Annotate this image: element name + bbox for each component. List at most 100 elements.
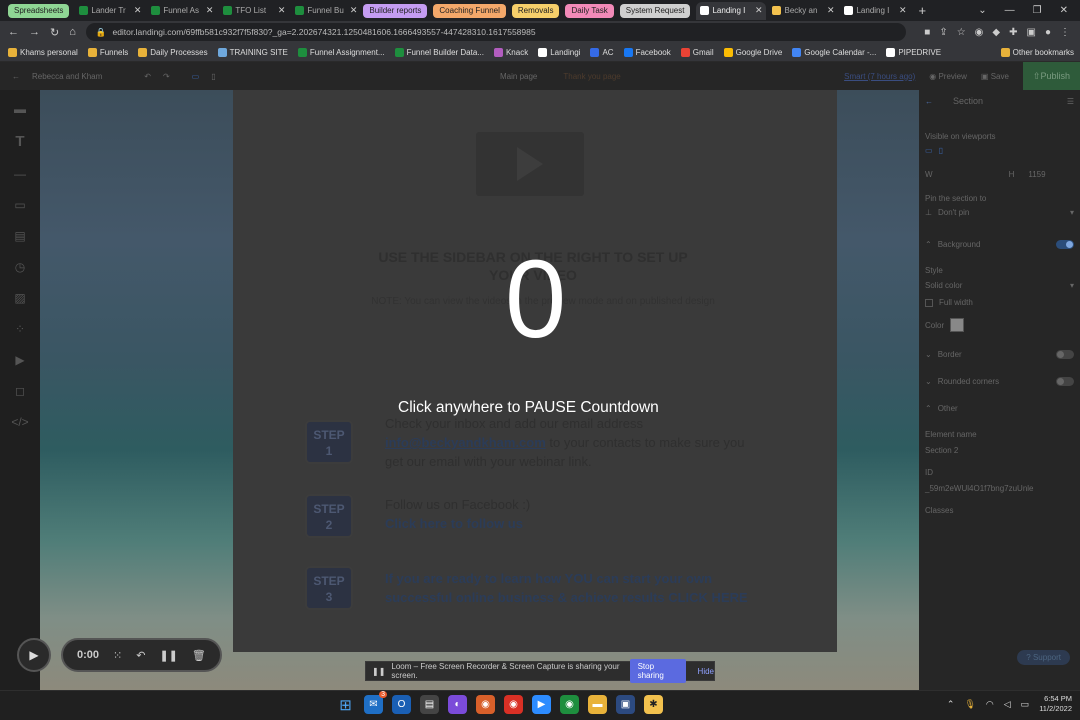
other-bookmarks[interactable]: Other bookmarks — [1000, 47, 1080, 57]
chevron-down-icon[interactable]: ⌄ — [925, 377, 932, 386]
new-tab-icon[interactable]: + — [912, 3, 932, 18]
pause-icon[interactable]: ❚❚ — [159, 649, 177, 662]
clock[interactable]: 6:54 PM 11/2/2022 — [1039, 694, 1072, 714]
mobile-view-icon[interactable]: ▯ — [211, 72, 215, 81]
extension-icon[interactable]: ◆ — [992, 27, 1000, 38]
bookmark-item[interactable]: Facebook — [623, 47, 671, 57]
box-icon[interactable]: ◻ — [15, 384, 25, 398]
bookmark-item[interactable]: Daily Processes — [138, 47, 208, 57]
puzzle-icon[interactable]: ✚ — [1009, 27, 1017, 38]
star-icon[interactable]: ☆ — [957, 27, 966, 38]
video-placeholder-icon[interactable] — [476, 132, 584, 196]
outlook-icon[interactable]: O — [392, 695, 411, 714]
chevron-up-icon[interactable]: ⌃ — [925, 240, 932, 249]
hide-button[interactable]: Hide — [692, 667, 714, 676]
maximize-icon[interactable]: ❐ — [1033, 5, 1042, 16]
desktop-view-icon[interactable]: ▭ — [192, 72, 200, 81]
publish-button[interactable]: ⇧ Publish — [1022, 62, 1080, 90]
share-icon[interactable]: ⇪ — [939, 27, 947, 38]
bookmark-item[interactable]: Google Drive — [723, 47, 782, 57]
close-window-icon[interactable]: ✕ — [1060, 5, 1068, 16]
home-icon[interactable]: ⌂ — [69, 26, 76, 38]
mail-icon[interactable]: ✉ 3 — [364, 691, 387, 714]
chevron-down-icon[interactable]: ⌄ — [925, 350, 932, 359]
back-arrow-icon[interactable]: ← — [925, 97, 933, 106]
chevron-down-icon[interactable]: ⌄ — [978, 5, 986, 16]
bookmark-item[interactable]: Google Calendar -... — [792, 47, 876, 57]
app-icon[interactable]: ▤ — [420, 695, 439, 714]
zoom-icon[interactable]: ▶ — [532, 695, 551, 714]
background-toggle[interactable] — [1056, 240, 1074, 249]
image-icon[interactable]: ▨ — [14, 291, 25, 305]
border-toggle[interactable] — [1056, 350, 1074, 359]
bookmark-item[interactable]: Funnel Builder Data... — [394, 47, 484, 57]
tab-group-system-request[interactable]: System Request — [619, 3, 691, 18]
smart-sections-link[interactable]: Smart (7 hours ago) — [844, 72, 915, 81]
mobile-viewport-icon[interactable]: ▯ — [939, 146, 943, 155]
widgets-icon[interactable]: ⁘ — [15, 322, 25, 336]
text-icon[interactable]: T — [15, 133, 24, 150]
tab-group-daily-task[interactable]: Daily Task — [565, 3, 614, 18]
reload-icon[interactable]: ↻ — [50, 26, 59, 39]
browser-tab[interactable]: Lander Tr ✕ — [75, 2, 145, 20]
browser-tab-active[interactable]: Landing I ✕ — [696, 1, 767, 20]
sidebar-icon[interactable]: ▣ — [1027, 27, 1036, 38]
desktop-viewport-icon[interactable]: ▭ — [925, 146, 933, 155]
chevron-up-icon[interactable]: ⌃ — [925, 404, 932, 413]
layers-icon[interactable]: ☰ — [1067, 97, 1074, 106]
tab-group-removals[interactable]: Removals — [511, 3, 560, 18]
button-icon[interactable]: ▭ — [14, 198, 25, 212]
back-arrow-icon[interactable]: ← — [12, 72, 20, 81]
form-icon[interactable]: ▤ — [14, 229, 25, 243]
line-icon[interactable]: — — [14, 167, 26, 181]
bookmark-item[interactable]: PIPEDRIVE — [886, 47, 941, 57]
tab-group-builder-reports[interactable]: Builder reports — [363, 3, 428, 18]
facebook-follow-link[interactable]: Click here to follow us — [385, 516, 523, 531]
microphone-icon[interactable]: 🎙 — [964, 699, 975, 710]
video-icon[interactable]: ▶ — [15, 353, 24, 367]
support-button[interactable]: ? Support — [1017, 650, 1070, 665]
undo-icon[interactable]: ↶ — [144, 72, 151, 81]
tab-group-spreadsheets[interactable]: Spreadsheets — [8, 3, 70, 18]
bookmark-item[interactable]: Gmail — [680, 47, 714, 57]
drag-handle-icon[interactable]: ❚❚ — [372, 667, 385, 676]
chevron-up-icon[interactable]: ⌃ — [947, 699, 955, 710]
save-button[interactable]: ▣ Save — [981, 72, 1009, 81]
close-icon[interactable]: ✕ — [206, 5, 214, 16]
messenger-icon[interactable]: ◐ — [448, 695, 467, 714]
pin-select[interactable]: Don't pin — [938, 208, 969, 217]
grid-icon[interactable]: ⁙ — [113, 649, 122, 662]
minimize-icon[interactable]: — — [1005, 5, 1015, 16]
app-icon[interactable]: ▣ — [616, 695, 635, 714]
wifi-icon[interactable]: ◠ — [986, 699, 994, 710]
extension-icon[interactable]: ◉ — [975, 27, 984, 38]
close-icon[interactable]: ✕ — [827, 5, 835, 16]
element-name-input[interactable]: Section 2 — [925, 446, 958, 455]
step-3-cta-link[interactable]: If you are ready to learn how YOU can st… — [385, 569, 765, 607]
id-input[interactable]: _59m2eWUl4O1f7bng7zuUnle — [925, 484, 1034, 493]
trash-icon[interactable]: 🗑 — [192, 649, 206, 662]
timer-icon[interactable]: ◷ — [15, 260, 25, 274]
editor-canvas[interactable]: USE THE SIDEBAR ON THE RIGHT TO SET UP Y… — [40, 90, 919, 690]
volume-icon[interactable]: ◁ — [1004, 699, 1011, 710]
bookmark-item[interactable]: Knack — [493, 47, 528, 57]
browser-tab[interactable]: Landing I ✕ — [840, 2, 910, 20]
browser-tab[interactable]: Becky an ✕ — [768, 2, 838, 20]
height-input[interactable]: 1159 — [1028, 170, 1045, 179]
chrome-icon[interactable]: ◉ — [504, 695, 523, 714]
url-field[interactable]: 🔒 editor.landingi.com/69ffb581c932f7f5f83… — [85, 23, 907, 41]
file-explorer-icon[interactable]: ▬ — [588, 695, 607, 714]
camera-icon[interactable]: ■ — [924, 27, 930, 38]
camera-toggle-icon[interactable]: ▶ — [17, 638, 51, 672]
section-icon[interactable]: ▬ — [14, 102, 26, 116]
avatar[interactable]: ● — [1045, 27, 1051, 38]
browser-tab[interactable]: Funnel As ✕ — [147, 2, 217, 20]
bookmark-item[interactable]: AC — [590, 47, 614, 57]
more-icon[interactable]: ⋮ — [1060, 27, 1070, 38]
style-select[interactable]: Solid color — [925, 281, 962, 290]
landing-page-section[interactable]: USE THE SIDEBAR ON THE RIGHT TO SET UP Y… — [233, 90, 837, 652]
tab-main-page[interactable]: Main page — [500, 72, 537, 81]
color-swatch[interactable] — [950, 318, 965, 332]
browser-tab[interactable]: TFO List ✕ — [219, 2, 289, 20]
bookmark-item[interactable]: TRAINING SITE — [217, 47, 288, 57]
